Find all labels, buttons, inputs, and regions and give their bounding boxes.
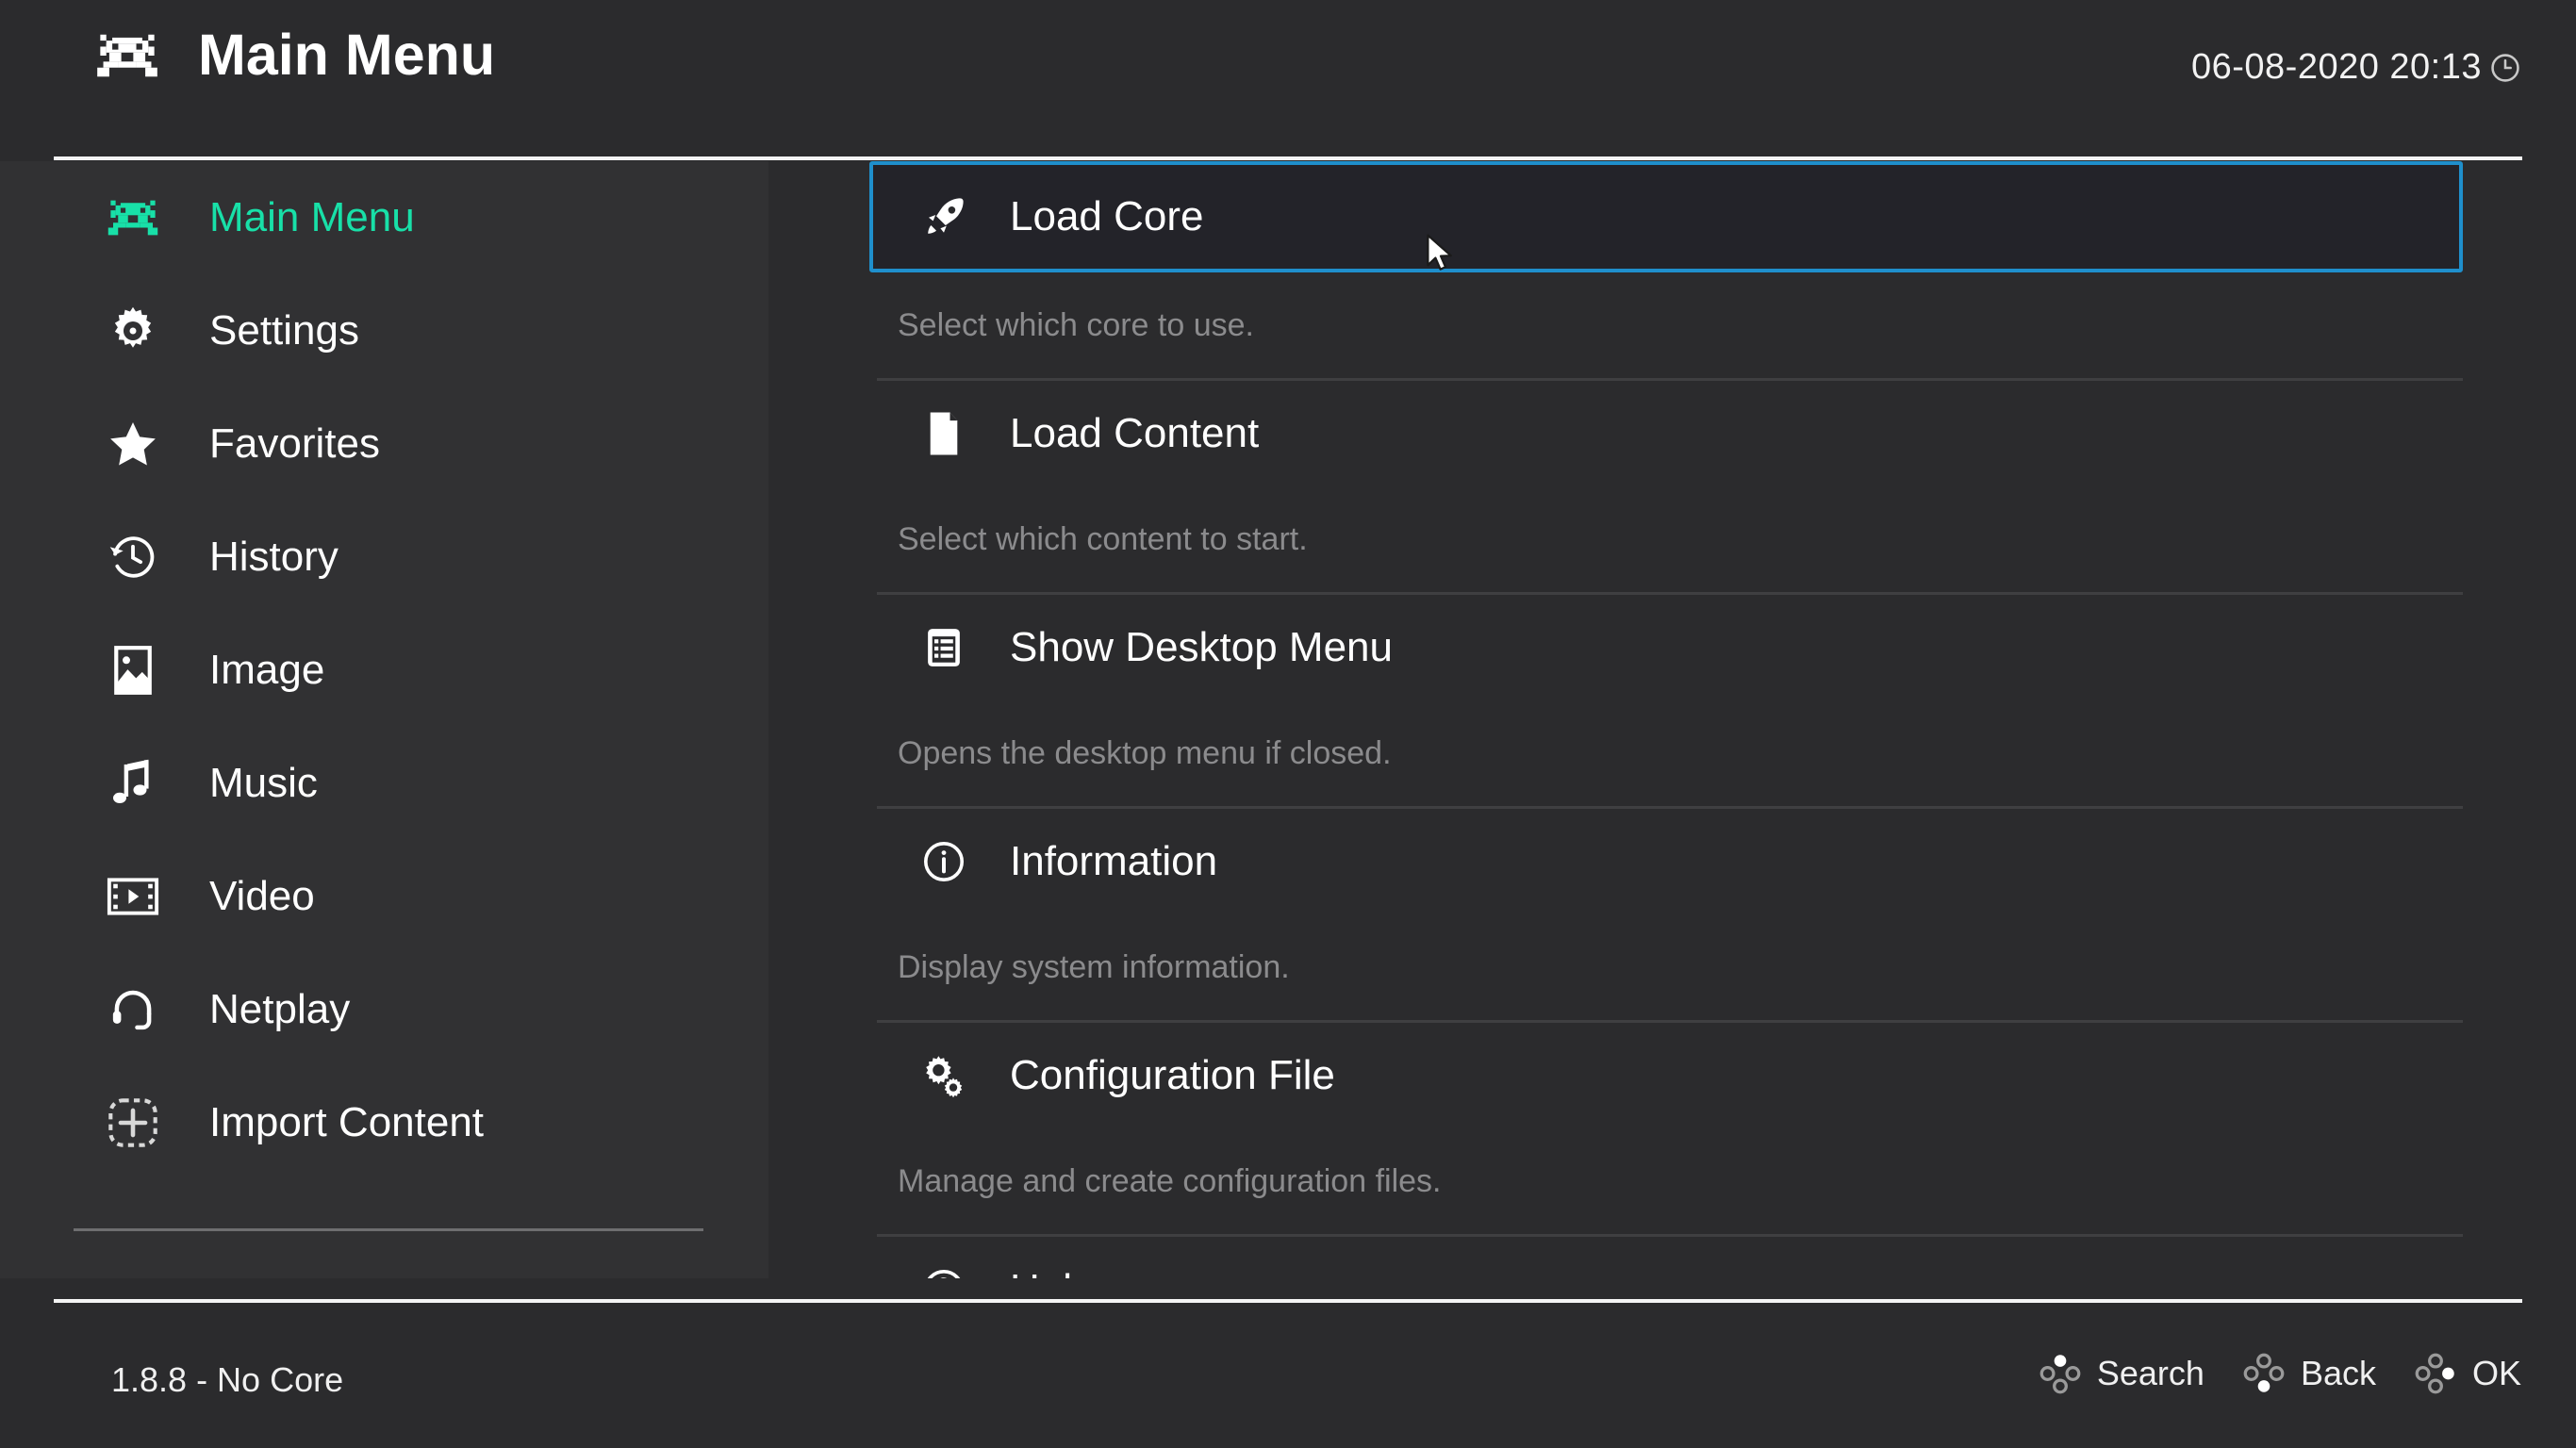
sidebar-item-label: Music [209, 760, 318, 806]
sidebar-item-label: History [209, 534, 339, 580]
file-icon [919, 409, 968, 458]
sidebar-item-label: Settings [209, 307, 359, 354]
space-invader-icon [94, 31, 160, 80]
info-circle-icon [919, 837, 968, 886]
sidebar-item-main-menu[interactable]: Main Menu [0, 161, 768, 274]
hint-label: Back [2300, 1354, 2376, 1392]
rocket-icon [919, 192, 968, 241]
menu-entry-label: Load Content [1010, 410, 1260, 456]
sidebar-item-label: Main Menu [209, 194, 415, 240]
window-list-icon [919, 623, 968, 672]
menu-entry-row[interactable]: Load Content [877, 381, 2574, 486]
gears-icon [919, 1051, 968, 1100]
menu-entry-sublabel: Display system information. [898, 949, 1290, 985]
menu-entry-load-core[interactable]: Load Core Select which core to use. [869, 161, 2574, 381]
clock-icon [2489, 52, 2521, 84]
menu-entry-label: Configuration File [1010, 1052, 1335, 1098]
sidebar-item-label: Favorites [209, 420, 380, 467]
menu-entry-sublabel: Select which core to use. [898, 307, 1254, 343]
hint-back[interactable]: Back [2242, 1352, 2376, 1395]
hint-ok[interactable]: OK [2414, 1352, 2521, 1395]
question-circle-icon [919, 1265, 968, 1278]
menu-entry-row[interactable]: Help [877, 1237, 2574, 1278]
sidebar-item-settings[interactable]: Settings [0, 274, 768, 387]
menu-entry-label: Information [1010, 838, 1218, 884]
menu-entry-show-desktop-menu[interactable]: Show Desktop Menu Opens the desktop menu… [877, 595, 2574, 809]
sidebar-item-label: Image [209, 647, 325, 693]
dpad-right-icon [2414, 1352, 2457, 1395]
sidebar-item-label: Import Content [209, 1099, 485, 1145]
sidebar-item-history[interactable]: History [0, 501, 768, 614]
plus-dashed-icon [104, 1094, 162, 1152]
dpad-bottom-icon [2242, 1352, 2286, 1395]
sidebar-item-favorites[interactable]: Favorites [0, 387, 768, 501]
music-note-icon [104, 754, 162, 813]
menu-entry-help[interactable]: Help Learn more about how the program wo… [877, 1237, 2574, 1278]
menu-entry-row[interactable]: Load Core [869, 161, 2463, 272]
clock-text: 06-08-2020 20:13 [2190, 47, 2482, 87]
hint-search[interactable]: Search [2039, 1352, 2204, 1395]
header-title-group: Main Menu [94, 26, 495, 84]
sidebar-item-label: Video [209, 873, 315, 919]
page-title: Main Menu [198, 23, 496, 87]
menu-entry-row[interactable]: Information [877, 809, 2574, 914]
header-divider [54, 156, 2522, 160]
headset-icon [104, 980, 162, 1039]
hint-label: OK [2471, 1354, 2521, 1392]
header-clock-group: 06-08-2020 20:13 [2191, 47, 2521, 88]
menu-entry-label: Load Core [1010, 193, 1204, 239]
star-icon [104, 415, 162, 473]
header-bar: Main Menu 06-08-2020 20:13 [0, 0, 2576, 160]
menu-entry-information[interactable]: Information Display system information. [877, 809, 2574, 1023]
sidebar-item-video[interactable]: Video [0, 840, 768, 953]
sidebar-item-label: Netplay [209, 986, 351, 1032]
footer-bar: 1.8.8 - No Core Search Back OK [0, 1303, 2576, 1448]
sidebar-item-netplay[interactable]: Netplay [0, 953, 768, 1066]
main-menu-list: Load Core Select which core to use. Load… [768, 161, 2576, 1278]
gear-icon [104, 302, 162, 360]
menu-entry-sublabel: Manage and create configuration files. [898, 1163, 1442, 1199]
sidebar-item-import-content[interactable]: Import Content [0, 1066, 768, 1179]
footer-hints: Search Back OK [2039, 1352, 2521, 1395]
sidebar-list: Main Menu Settings Favorites History Ima… [0, 161, 768, 1179]
menu-entry-label: Help [1010, 1269, 1096, 1279]
hint-label: Search [2096, 1354, 2204, 1392]
menu-entry-sublabel: Opens the desktop menu if closed. [898, 735, 1392, 771]
menu-entry-row[interactable]: Configuration File [877, 1023, 2574, 1128]
sidebar: Main Menu Settings Favorites History Ima… [0, 161, 768, 1278]
menu-entry-load-content[interactable]: Load Content Select which content to sta… [877, 381, 2574, 595]
menu-entry-sublabel: Select which content to start. [898, 521, 1308, 557]
space-invader-icon [104, 189, 162, 247]
image-icon [104, 641, 162, 699]
sidebar-divider [74, 1228, 703, 1231]
menu-entry-label: Show Desktop Menu [1010, 624, 1393, 670]
film-icon [104, 867, 162, 926]
menu-entry-row[interactable]: Show Desktop Menu [877, 595, 2574, 700]
version-status-text: 1.8.8 - No Core [111, 1360, 344, 1399]
retroarch-menu-screen: Main Menu 06-08-2020 20:13 Main Menu Set… [0, 0, 2576, 1448]
history-clock-icon [104, 528, 162, 586]
sidebar-item-image[interactable]: Image [0, 614, 768, 727]
sidebar-item-music[interactable]: Music [0, 727, 768, 840]
menu-entry-configuration-file[interactable]: Configuration File Manage and create con… [877, 1023, 2574, 1237]
dpad-top-icon [2039, 1352, 2082, 1395]
